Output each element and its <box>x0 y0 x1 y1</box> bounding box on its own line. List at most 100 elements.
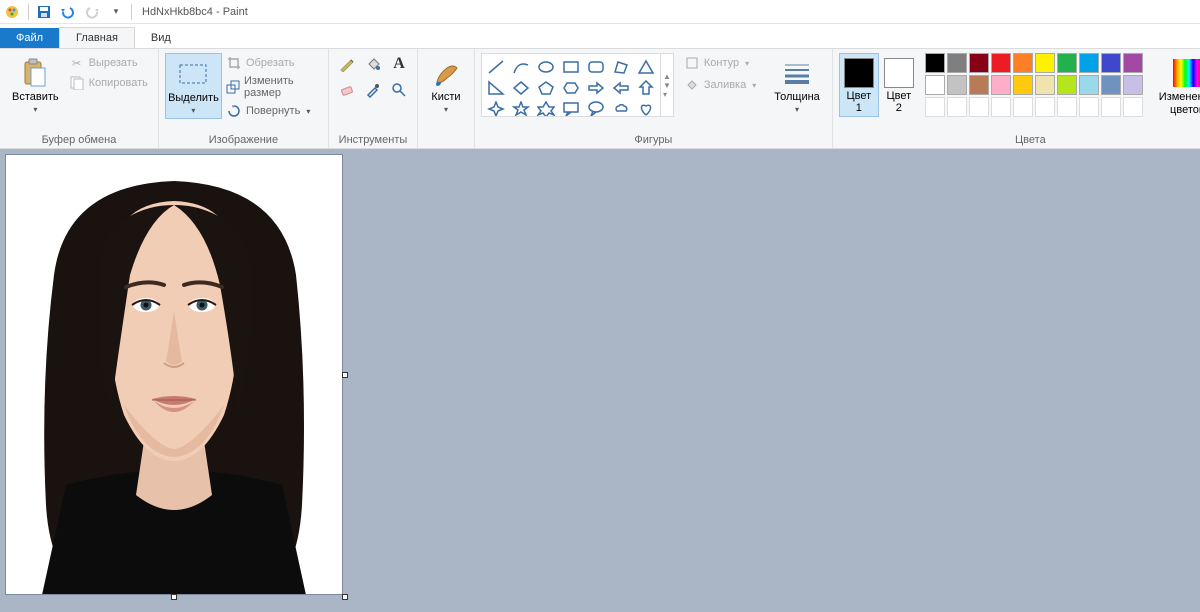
palette-color[interactable] <box>1057 53 1077 73</box>
palette-color[interactable] <box>1079 53 1099 73</box>
shape-triangle[interactable] <box>634 56 658 78</box>
shape-oval[interactable] <box>534 56 558 78</box>
brushes-button[interactable]: Кисти <box>424 53 468 117</box>
redo-button[interactable] <box>81 2 103 22</box>
palette-color[interactable] <box>1013 53 1033 73</box>
shape-arrow-right[interactable] <box>584 77 608 99</box>
fill-tool[interactable] <box>361 53 385 75</box>
chevron-down-icon[interactable]: ▼ <box>663 81 671 90</box>
work-area[interactable] <box>0 149 1200 612</box>
palette-color[interactable] <box>1101 53 1121 73</box>
shape-callout-rect[interactable] <box>559 98 583 117</box>
palette-empty[interactable] <box>1013 97 1033 117</box>
tab-view[interactable]: Вид <box>135 28 187 48</box>
tab-file[interactable]: Файл <box>0 28 59 48</box>
shape-pentagon[interactable] <box>534 77 558 99</box>
rotate-button[interactable]: Повернуть ▾ <box>222 101 322 121</box>
paste-button[interactable]: Вставить <box>6 53 65 117</box>
resize-handle-right[interactable] <box>342 372 348 378</box>
resize-handle-corner[interactable] <box>342 594 348 600</box>
ribbon: Вставить ✂ Вырезать Копировать Буфер обм… <box>0 49 1200 149</box>
shape-star6[interactable] <box>534 98 558 117</box>
palette-empty[interactable] <box>1035 97 1055 117</box>
palette-empty[interactable] <box>1079 97 1099 117</box>
shape-arrow-left[interactable] <box>609 77 633 99</box>
fill-button[interactable]: Заливка ▾ <box>680 75 760 95</box>
palette-color[interactable] <box>925 75 945 95</box>
cut-button[interactable]: ✂ Вырезать <box>65 53 152 73</box>
canvas[interactable] <box>6 155 342 594</box>
group-tools-label: Инструменты <box>335 132 411 146</box>
outline-button[interactable]: Контур ▾ <box>680 53 760 73</box>
palette-empty[interactable] <box>1101 97 1121 117</box>
palette-color[interactable] <box>947 53 967 73</box>
scissors-icon: ✂ <box>69 55 85 71</box>
palette-color[interactable] <box>991 75 1011 95</box>
chevron-up-icon[interactable]: ▲ <box>663 72 671 81</box>
palette-color[interactable] <box>1123 75 1143 95</box>
select-button[interactable]: Выделить <box>165 53 222 119</box>
shape-diamond[interactable] <box>509 77 533 99</box>
shape-rect[interactable] <box>559 56 583 78</box>
shape-right-triangle[interactable] <box>484 77 508 99</box>
copy-button[interactable]: Копировать <box>65 73 152 93</box>
palette-color[interactable] <box>969 75 989 95</box>
shape-roundrect[interactable] <box>584 56 608 78</box>
pencil-tool[interactable] <box>335 53 359 75</box>
shape-star5[interactable] <box>509 98 533 117</box>
eraser-tool[interactable] <box>335 79 359 101</box>
palette-empty[interactable] <box>1123 97 1143 117</box>
color2-label: Цвет 2 <box>886 90 911 114</box>
shapes-gallery[interactable] <box>481 53 661 117</box>
palette-empty[interactable] <box>991 97 1011 117</box>
shape-line[interactable] <box>484 56 508 78</box>
thickness-icon <box>781 57 813 89</box>
shape-star4[interactable] <box>484 98 508 117</box>
rotate-label: Повернуть <box>246 105 300 117</box>
palette-color[interactable] <box>1035 53 1055 73</box>
resize-button[interactable]: Изменить размер <box>222 73 322 101</box>
palette-empty[interactable] <box>1057 97 1077 117</box>
palette-color[interactable] <box>1013 75 1033 95</box>
shape-heart[interactable] <box>634 98 658 117</box>
shape-callout-oval[interactable] <box>584 98 608 117</box>
resize-handle-bottom[interactable] <box>171 594 177 600</box>
shape-arrow-up[interactable] <box>634 77 658 99</box>
group-clipboard-label: Буфер обмена <box>6 132 152 146</box>
palette-color[interactable] <box>1101 75 1121 95</box>
undo-button[interactable] <box>57 2 79 22</box>
color2-button[interactable]: Цвет 2 <box>879 53 919 117</box>
qat-customize[interactable]: ▾ <box>105 2 127 22</box>
palette-color[interactable] <box>991 53 1011 73</box>
spacer <box>424 132 468 146</box>
palette-color[interactable] <box>969 53 989 73</box>
palette-empty[interactable] <box>947 97 967 117</box>
picker-tool[interactable] <box>361 79 385 101</box>
crop-label: Обрезать <box>246 57 295 69</box>
magnifier-tool[interactable] <box>387 79 411 101</box>
shape-polygon[interactable] <box>609 56 633 78</box>
palette-color[interactable] <box>1035 75 1055 95</box>
thickness-button[interactable]: Толщина <box>768 53 826 117</box>
shapes-scroll[interactable]: ▲ ▼ ▾ <box>661 53 674 117</box>
expand-icon[interactable]: ▾ <box>663 90 671 99</box>
shape-callout-cloud[interactable] <box>609 98 633 117</box>
resize-label: Изменить размер <box>244 75 318 99</box>
edit-colors-button[interactable]: Изменение цветов <box>1153 53 1200 119</box>
tab-home[interactable]: Главная <box>59 27 135 48</box>
separator <box>131 4 132 20</box>
shape-hexagon[interactable] <box>559 77 583 99</box>
palette-empty[interactable] <box>969 97 989 117</box>
palette-color[interactable] <box>1057 75 1077 95</box>
shape-curve[interactable] <box>509 56 533 78</box>
palette-color[interactable] <box>947 75 967 95</box>
text-tool[interactable]: A <box>387 53 411 75</box>
palette-empty[interactable] <box>925 97 945 117</box>
palette-color[interactable] <box>1079 75 1099 95</box>
color1-button[interactable]: Цвет 1 <box>839 53 879 117</box>
crop-button[interactable]: Обрезать <box>222 53 322 73</box>
save-button[interactable] <box>33 2 55 22</box>
group-image: Выделить Обрезать Изменить размер Поверн… <box>159 49 329 148</box>
palette-color[interactable] <box>1123 53 1143 73</box>
palette-color[interactable] <box>925 53 945 73</box>
